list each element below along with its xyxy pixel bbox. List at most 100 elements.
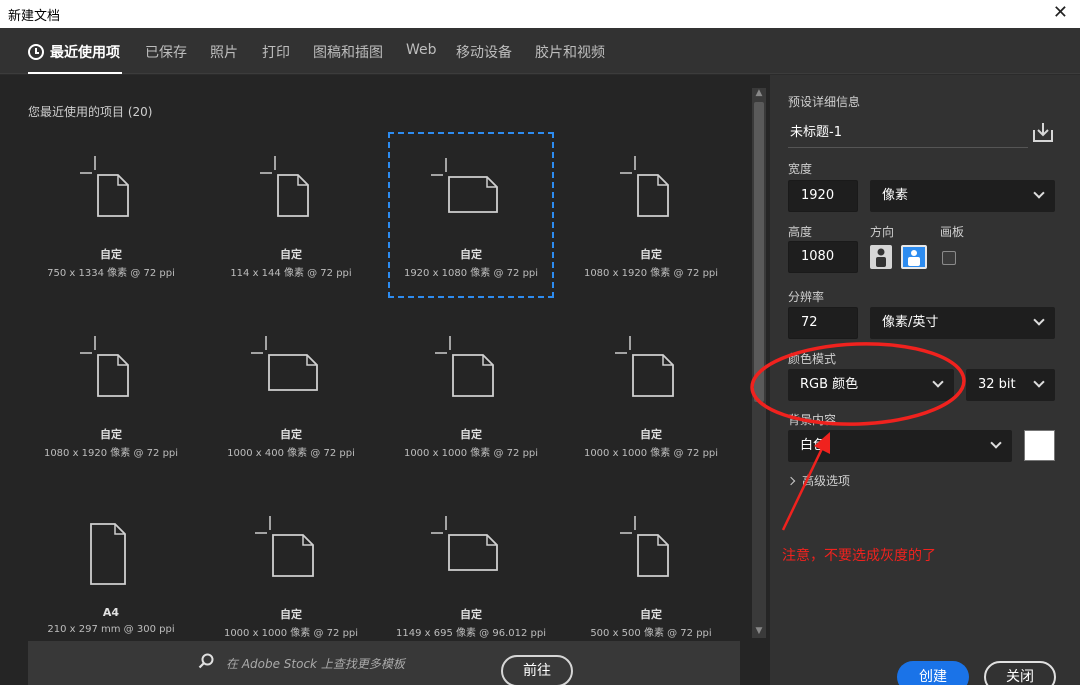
active-tab-indicator: [28, 72, 122, 74]
background-color-swatch[interactable]: [1024, 430, 1055, 461]
preset-name: 自定: [100, 248, 122, 261]
resolution-unit-select[interactable]: 像素/英寸: [870, 307, 1055, 339]
preset-size: 1920 x 1080 像素 @ 72 ppi: [403, 268, 539, 279]
document-icon: [208, 514, 374, 589]
preset-size: 1149 x 695 像素 @ 96.012 ppi: [396, 628, 546, 639]
preset-tabs: 最近使用项 已保存 照片 打印 图稿和插图 Web 移动设备 胶片和视频: [0, 28, 1080, 74]
preset-name: 自定: [280, 248, 302, 261]
recent-preset-tile[interactable]: 自定 500 x 500 像素 @ 72 ppi: [568, 492, 734, 658]
bit-depth-value: 32 bit: [978, 377, 1016, 392]
recent-preset-tile[interactable]: 自定 750 x 1334 像素 @ 72 ppi: [28, 132, 194, 298]
document-icon: [208, 154, 374, 229]
preset-size: 1080 x 1920 像素 @ 72 ppi: [43, 448, 179, 459]
color-mode-value: RGB 颜色: [800, 377, 859, 392]
preset-name: 自定: [100, 428, 122, 441]
recent-preset-tile[interactable]: 自定 1149 x 695 像素 @ 96.012 ppi: [388, 492, 554, 658]
document-icon: [388, 334, 554, 409]
advanced-options-label: 高级选项: [802, 474, 851, 488]
tab-art-illustration[interactable]: 图稿和插图: [313, 42, 383, 62]
document-icon: [390, 156, 552, 231]
tab-mobile[interactable]: 移动设备: [456, 42, 512, 62]
landscape-orientation-button[interactable]: [901, 245, 927, 269]
tab-film-video[interactable]: 胶片和视频: [535, 42, 605, 62]
chevron-down-icon: [1033, 187, 1045, 199]
document-name-field[interactable]: 未标题-1: [788, 118, 1028, 148]
advanced-options-toggle[interactable]: 高级选项: [786, 472, 851, 489]
details-section-title: 预设详细信息: [788, 95, 861, 109]
recent-preset-tile[interactable]: 自定 1000 x 400 像素 @ 72 ppi: [208, 312, 374, 478]
preset-name: 自定: [460, 248, 482, 261]
stock-search-text[interactable]: 在 Adobe Stock 上查找更多模板: [226, 655, 405, 672]
stock-search-bar: 在 Adobe Stock 上查找更多模板 前往: [28, 641, 740, 685]
tab-print[interactable]: 打印: [262, 42, 290, 62]
preset-size: 210 x 297 mm @ 300 ppi: [47, 624, 175, 635]
preset-size: 114 x 144 像素 @ 72 ppi: [230, 268, 352, 279]
go-button[interactable]: 前往: [501, 655, 573, 685]
recent-preset-tile[interactable]: 自定 1000 x 1000 像素 @ 72 ppi: [568, 312, 734, 478]
preset-name: 自定: [640, 248, 662, 261]
person-landscape-icon: [908, 250, 920, 266]
close-button[interactable]: 关闭: [984, 661, 1056, 685]
preset-size: 1000 x 1000 像素 @ 72 ppi: [403, 448, 539, 459]
chevron-down-icon: [990, 437, 1002, 449]
preset-size: 1000 x 400 像素 @ 72 ppi: [227, 448, 355, 459]
recent-title: 您最近使用的项目 (20): [28, 105, 153, 119]
chevron-right-icon: [786, 476, 796, 486]
document-icon: [28, 334, 194, 409]
orientation-label: 方向: [870, 225, 895, 239]
preset-name: 自定: [280, 608, 302, 621]
width-input[interactable]: 1920: [788, 180, 858, 212]
recent-scrollbar[interactable]: ▲ ▼: [752, 88, 766, 638]
document-icon: [568, 514, 734, 589]
preset-name: 自定: [460, 608, 482, 621]
save-preset-icon[interactable]: [1032, 121, 1054, 143]
document-icon: [568, 334, 734, 409]
document-icon: [28, 514, 194, 589]
width-unit-select[interactable]: 像素: [870, 180, 1055, 212]
document-icon: [388, 514, 554, 589]
width-unit-value: 像素: [882, 188, 909, 203]
recent-preset-tile[interactable]: 自定 1920 x 1080 像素 @ 72 ppi: [388, 132, 554, 298]
document-icon: [28, 154, 194, 229]
portrait-orientation-button[interactable]: [870, 245, 892, 269]
artboard-checkbox[interactable]: [942, 251, 956, 265]
height-label: 高度: [788, 225, 813, 239]
person-icon: [876, 248, 886, 267]
tab-label: 最近使用项: [50, 45, 120, 61]
background-value: 白色: [800, 438, 827, 453]
preset-size: 1080 x 1920 像素 @ 72 ppi: [583, 268, 719, 279]
window-titlebar: 新建文档 ✕: [0, 0, 1080, 28]
recent-preset-tile[interactable]: 自定 1080 x 1920 像素 @ 72 ppi: [568, 132, 734, 298]
background-select[interactable]: 白色: [788, 430, 1012, 462]
recent-preset-tile[interactable]: A4 210 x 297 mm @ 300 ppi: [28, 492, 194, 658]
preset-name: 自定: [640, 428, 662, 441]
preset-size: 1000 x 1000 像素 @ 72 ppi: [223, 628, 359, 639]
height-input[interactable]: 1080: [788, 241, 858, 273]
recent-preset-tile[interactable]: 自定 1080 x 1920 像素 @ 72 ppi: [28, 312, 194, 478]
scroll-down-icon[interactable]: ▼: [752, 626, 766, 638]
preset-size: 750 x 1334 像素 @ 72 ppi: [47, 268, 175, 279]
recent-preset-tile[interactable]: 自定 114 x 144 像素 @ 72 ppi: [208, 132, 374, 298]
preset-size: 1000 x 1000 像素 @ 72 ppi: [583, 448, 719, 459]
chevron-down-icon: [932, 376, 944, 388]
close-icon[interactable]: ✕: [1053, 2, 1068, 23]
resolution-input[interactable]: 72: [788, 307, 858, 339]
preset-name: 自定: [280, 428, 302, 441]
create-button[interactable]: 创建: [897, 661, 969, 685]
recent-preset-tile[interactable]: 自定 1000 x 1000 像素 @ 72 ppi: [388, 312, 554, 478]
tab-web[interactable]: Web: [406, 42, 437, 58]
scroll-thumb[interactable]: [754, 102, 764, 402]
color-mode-label: 颜色模式: [788, 352, 837, 366]
color-mode-select[interactable]: RGB 颜色: [788, 369, 954, 401]
recent-preset-tile[interactable]: 自定 1000 x 1000 像素 @ 72 ppi: [208, 492, 374, 658]
bit-depth-select[interactable]: 32 bit: [966, 369, 1055, 401]
chevron-down-icon: [1033, 314, 1045, 326]
preset-name: A4: [102, 606, 120, 619]
scroll-up-icon[interactable]: ▲: [752, 88, 766, 100]
tab-saved[interactable]: 已保存: [145, 42, 187, 62]
window-title: 新建文档: [8, 9, 61, 24]
tab-recent[interactable]: 最近使用项: [28, 42, 120, 62]
annotation-note: 注意，不要选成灰度的了: [782, 548, 936, 564]
background-label: 背景内容: [788, 413, 837, 427]
tab-photo[interactable]: 照片: [210, 42, 238, 62]
